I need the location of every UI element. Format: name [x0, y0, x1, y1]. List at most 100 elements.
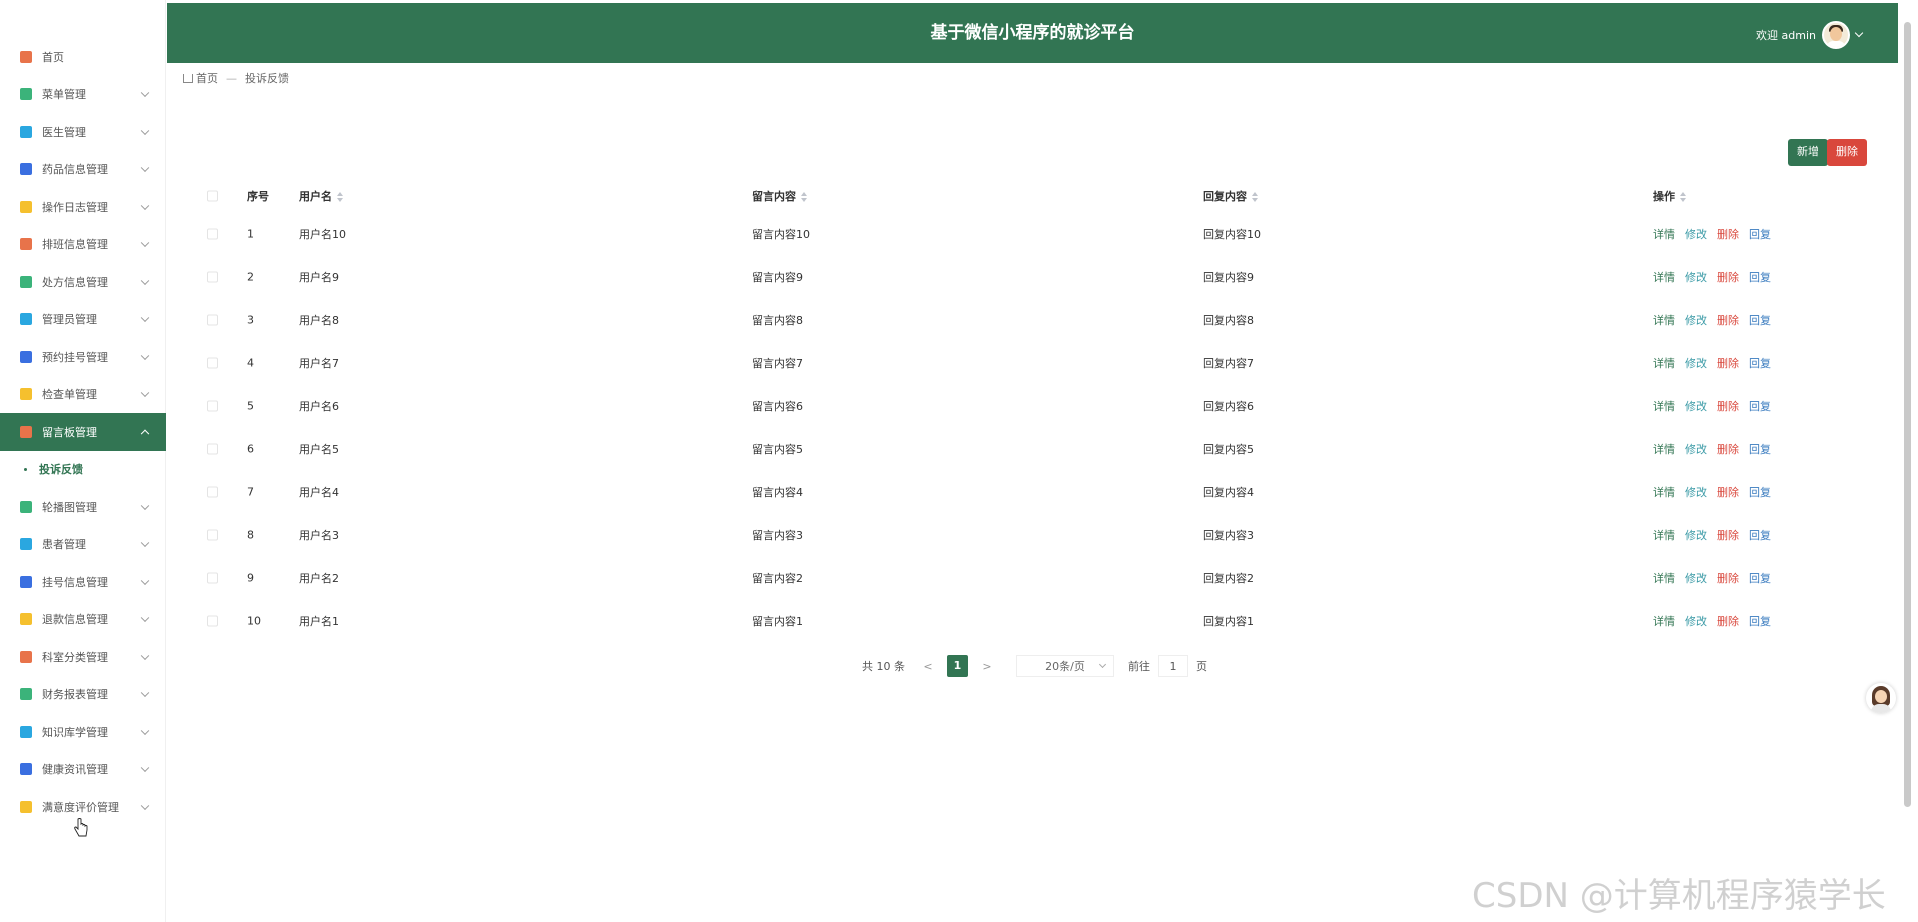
page-unit-label: 页 [1196, 660, 1207, 673]
sidebar-item-4[interactable]: 操作日志管理 [0, 188, 166, 226]
select-all-checkbox[interactable] [207, 190, 218, 202]
sidebar-item-3[interactable]: 药品信息管理 [0, 151, 166, 189]
reply-link[interactable]: 回复 [1749, 400, 1771, 413]
edit-link[interactable]: 修改 [1685, 357, 1707, 370]
column-header-username[interactable]: 用户名 [299, 188, 343, 204]
sidebar-item-10[interactable]: 留言板管理 [0, 413, 166, 451]
detail-link[interactable]: 详情 [1653, 615, 1675, 628]
reply-link[interactable]: 回复 [1749, 271, 1771, 284]
sidebar-item-8[interactable]: 预约挂号管理 [0, 338, 166, 376]
prev-page-button[interactable]: < [917, 660, 939, 673]
vertical-scrollbar[interactable] [1904, 22, 1911, 807]
edit-link[interactable]: 修改 [1685, 615, 1707, 628]
delete-link[interactable]: 删除 [1717, 486, 1739, 499]
sidebar-item-15[interactable]: 退款信息管理 [0, 601, 166, 639]
edit-link[interactable]: 修改 [1685, 443, 1707, 456]
page-1-button[interactable]: 1 [947, 655, 968, 677]
sidebar-item-5[interactable]: 排班信息管理 [0, 226, 166, 264]
sidebar-item-9[interactable]: 检查单管理 [0, 376, 166, 414]
edit-link[interactable]: 修改 [1685, 228, 1707, 241]
sidebar-item-0[interactable]: 首页 [0, 38, 166, 76]
row-checkbox[interactable] [207, 572, 218, 583]
menu-icon [20, 88, 32, 101]
delete-link[interactable]: 删除 [1717, 400, 1739, 413]
sidebar-item-6[interactable]: 处方信息管理 [0, 263, 166, 301]
reply-link[interactable]: 回复 [1749, 572, 1771, 585]
delete-link[interactable]: 删除 [1717, 615, 1739, 628]
edit-link[interactable]: 修改 [1685, 572, 1707, 585]
delete-link[interactable]: 删除 [1717, 228, 1739, 241]
edit-link[interactable]: 修改 [1685, 529, 1707, 542]
detail-link[interactable]: 详情 [1653, 357, 1675, 370]
delete-link[interactable]: 删除 [1717, 271, 1739, 284]
detail-link[interactable]: 详情 [1653, 443, 1675, 456]
sidebar-item-19[interactable]: 健康资讯管理 [0, 751, 166, 789]
sidebar-subitem-complaint-feedback[interactable]: 投诉反馈 [0, 451, 166, 489]
chevron-down-icon [140, 613, 150, 623]
column-header-message[interactable]: 留言内容 [752, 188, 807, 204]
delete-button[interactable]: 删除 [1827, 139, 1867, 166]
row-checkbox[interactable] [207, 529, 218, 540]
next-page-button[interactable]: > [976, 660, 998, 673]
edit-link[interactable]: 修改 [1685, 400, 1707, 413]
edit-link[interactable]: 修改 [1685, 314, 1707, 327]
reply-link[interactable]: 回复 [1749, 228, 1771, 241]
goto-page-input[interactable]: 1 [1158, 655, 1188, 677]
row-checkbox[interactable] [207, 400, 218, 411]
sidebar-item-label: 检查单管理 [42, 388, 97, 402]
sidebar-item-2[interactable]: 医生管理 [0, 113, 166, 151]
sidebar-item-16[interactable]: 科室分类管理 [0, 638, 166, 676]
user-menu[interactable]: 欢迎 admin [1756, 21, 1864, 49]
delete-link[interactable]: 删除 [1717, 529, 1739, 542]
chevron-down-icon[interactable] [1854, 28, 1864, 38]
support-avatar-button[interactable] [1866, 683, 1896, 713]
edit-link[interactable]: 修改 [1685, 486, 1707, 499]
detail-link[interactable]: 详情 [1653, 314, 1675, 327]
sidebar-item-18[interactable]: 知识库学管理 [0, 713, 166, 751]
sidebar-item-label: 患者管理 [42, 538, 86, 552]
page-size-select[interactable]: 20条/页 [1016, 655, 1114, 677]
sidebar-item-7[interactable]: 管理员管理 [0, 301, 166, 339]
sidebar-item-14[interactable]: 挂号信息管理 [0, 563, 166, 601]
sidebar-item-label: 科室分类管理 [42, 650, 108, 664]
sort-icon[interactable] [801, 192, 807, 202]
row-checkbox[interactable] [207, 443, 218, 454]
reply-link[interactable]: 回复 [1749, 443, 1771, 456]
delete-link[interactable]: 删除 [1717, 357, 1739, 370]
edit-link[interactable]: 修改 [1685, 271, 1707, 284]
detail-link[interactable]: 详情 [1653, 486, 1675, 499]
detail-link[interactable]: 详情 [1653, 529, 1675, 542]
breadcrumb-home[interactable]: 首页 [196, 70, 218, 86]
column-header-reply[interactable]: 回复内容 [1203, 188, 1258, 204]
reply-link[interactable]: 回复 [1749, 357, 1771, 370]
delete-link[interactable]: 删除 [1717, 443, 1739, 456]
sort-icon[interactable] [337, 192, 343, 202]
row-checkbox[interactable] [207, 486, 218, 497]
delete-link[interactable]: 删除 [1717, 572, 1739, 585]
delete-link[interactable]: 删除 [1717, 314, 1739, 327]
sort-icon[interactable] [1680, 192, 1686, 202]
detail-link[interactable]: 详情 [1653, 271, 1675, 284]
reply-link[interactable]: 回复 [1749, 314, 1771, 327]
detail-link[interactable]: 详情 [1653, 228, 1675, 241]
cell-actions: 详情 修改 删除 回复 [1653, 613, 1781, 629]
row-checkbox[interactable] [207, 615, 218, 626]
detail-link[interactable]: 详情 [1653, 572, 1675, 585]
row-checkbox[interactable] [207, 357, 218, 368]
row-checkbox[interactable] [207, 228, 218, 239]
row-checkbox[interactable] [207, 271, 218, 282]
sort-icon[interactable] [1252, 192, 1258, 202]
sidebar-item-13[interactable]: 患者管理 [0, 526, 166, 564]
add-button[interactable]: 新增 [1788, 139, 1828, 166]
reply-link[interactable]: 回复 [1749, 486, 1771, 499]
sidebar-item-1[interactable]: 菜单管理 [0, 76, 166, 114]
home-icon[interactable] [183, 73, 193, 83]
detail-link[interactable]: 详情 [1653, 400, 1675, 413]
table-row: 1 用户名10 留言内容10 回复内容10 详情 修改 删除 回复 [197, 212, 1871, 255]
sidebar-item-17[interactable]: 财务报表管理 [0, 676, 166, 714]
avatar[interactable] [1822, 21, 1850, 49]
row-checkbox[interactable] [207, 314, 218, 325]
reply-link[interactable]: 回复 [1749, 529, 1771, 542]
reply-link[interactable]: 回复 [1749, 615, 1771, 628]
sidebar-item-12[interactable]: 轮播图管理 [0, 488, 166, 526]
